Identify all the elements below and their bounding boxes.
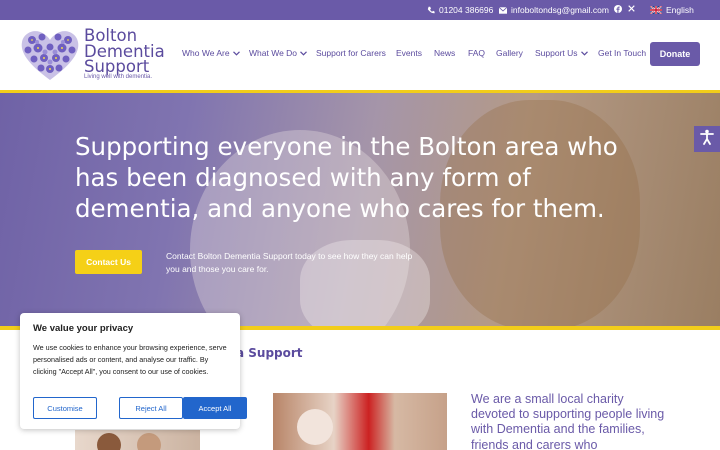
logo-line-3: Support	[84, 57, 150, 76]
phone-number: 01204 386696	[439, 5, 494, 15]
photo-face	[297, 409, 333, 445]
nav-item-events[interactable]: Events	[396, 48, 422, 58]
nav-item-label: Support for Carers	[316, 48, 386, 58]
nav-item-label: FAQ	[468, 48, 486, 58]
section-title: a Support	[236, 346, 303, 360]
cookie-body: We use cookies to enhance your browsing …	[33, 343, 227, 376]
hero-banner: Supporting everyone in the Bolton area w…	[0, 90, 720, 330]
phone-link[interactable]: 01204 386696	[427, 5, 493, 15]
cookie-title: We value your privacy	[33, 323, 134, 334]
cookie-consent-dialog: We value your privacy We use cookies to …	[20, 313, 247, 429]
nav-item-label: News	[434, 48, 456, 58]
gallery-photo	[273, 393, 447, 450]
uk-flag-icon	[650, 6, 662, 14]
language-label: English	[666, 5, 694, 15]
nav-item-gallery[interactable]: Gallery	[496, 48, 523, 58]
accessibility-button[interactable]	[694, 126, 720, 152]
site-logo[interactable]: Bolton Dementia Support Living well with…	[20, 26, 165, 87]
nav-item-label: Who We Are	[182, 48, 230, 58]
hero-subtitle: Contact Bolton Dementia Support today to…	[166, 251, 413, 274]
intro-text: We are a small local charity devoted to …	[471, 392, 665, 450]
nav-item-label: Gallery	[496, 48, 523, 58]
photo-face	[97, 433, 121, 450]
nav-item-news[interactable]: News	[434, 48, 455, 58]
accept-all-button[interactable]: Accept All	[183, 397, 247, 419]
chevron-down-icon	[300, 48, 307, 58]
email-link[interactable]: infoboltondsg@gmail.com	[499, 5, 609, 15]
accessibility-icon	[699, 129, 715, 150]
nav-item-label: Support Us	[535, 48, 578, 58]
hero-title: Supporting everyone in the Bolton area w…	[75, 132, 618, 223]
nav-item-who-we-are[interactable]: Who We Are	[182, 48, 240, 58]
donate-button[interactable]: Donate	[650, 42, 700, 66]
envelope-icon	[499, 6, 507, 14]
language-selector[interactable]: English	[650, 5, 694, 15]
nav-item-support-us[interactable]: Support Us	[535, 48, 588, 58]
nav-item-support-for-carers[interactable]: Support for Carers	[316, 48, 386, 58]
email-address: infoboltondsg@gmail.com	[511, 5, 609, 15]
x-logo-icon	[628, 5, 635, 12]
heart-flowers-icon	[20, 28, 80, 87]
customise-button[interactable]: Customise	[33, 397, 97, 419]
gallery-photo	[75, 430, 200, 450]
chevron-down-icon	[232, 48, 240, 58]
hero-top-border	[0, 90, 720, 93]
contact-us-button[interactable]: Contact Us	[75, 250, 142, 274]
logo-wordmark: Bolton Dementia Support	[84, 28, 165, 75]
chevron-down-icon	[580, 48, 588, 58]
nav-item-label: Events	[396, 48, 422, 58]
nav-item-what-we-do[interactable]: What We Do	[249, 48, 307, 58]
photo-face	[137, 433, 161, 450]
site-header: Bolton Dementia Support Living well with…	[0, 20, 720, 90]
nav-item-get-in-touch[interactable]: Get In Touch	[598, 48, 646, 58]
nav-item-label: What We Do	[249, 48, 298, 58]
phone-icon	[427, 6, 435, 14]
logo-tagline: Living well with dementia.	[84, 74, 153, 80]
x-link[interactable]	[628, 5, 635, 12]
facebook-link[interactable]	[614, 5, 622, 13]
nav-item-label: Get In Touch	[598, 48, 647, 58]
nav-item-faq[interactable]: FAQ	[468, 48, 485, 58]
reject-all-button[interactable]: Reject All	[119, 397, 183, 419]
top-bar: 01204 386696 infoboltondsg@gmail.com Eng…	[0, 0, 720, 20]
facebook-icon	[614, 5, 622, 13]
